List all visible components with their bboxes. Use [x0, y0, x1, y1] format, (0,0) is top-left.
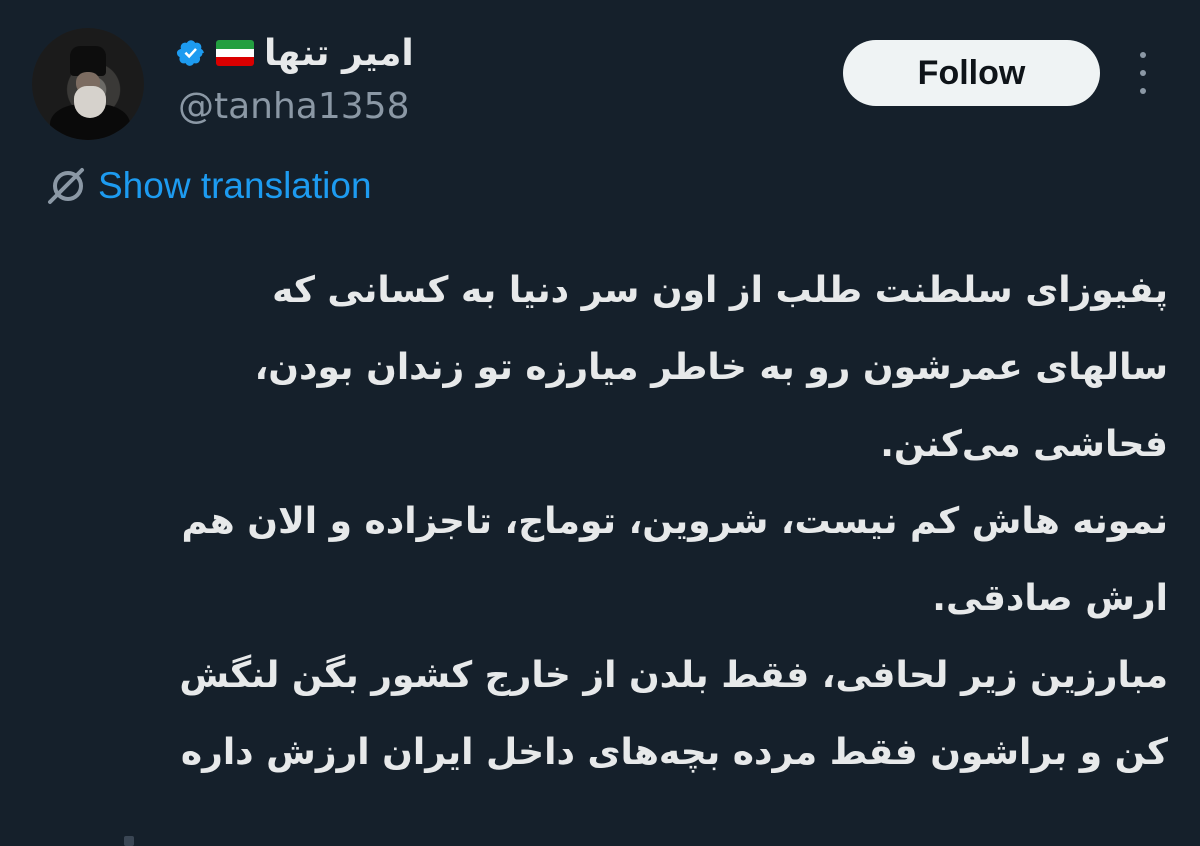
follow-button[interactable]: Follow	[843, 40, 1100, 106]
author-handle[interactable]: @tanha1358	[178, 86, 410, 127]
show-translation-label[interactable]: Show translation	[98, 165, 372, 207]
author-name-row[interactable]: امیر تنها	[176, 30, 414, 76]
tweet-text-line: نمونه هاش کم نیست، شروین، توماج، تاجزاده…	[181, 501, 1168, 542]
tweet-text-line: کن و براشون فقط مرده بچه‌های داخل ایران …	[180, 732, 1168, 773]
tweet-text: پفیوزای سلطنت طلب از اون سر دنیا به کسان…	[40, 252, 1168, 791]
verified-badge-icon	[176, 40, 204, 66]
tweet-text-line: سالهای عمرشون رو به خاطر میارزه تو زندان…	[254, 347, 1168, 388]
tweet-text-line: پفیوزای سلطنت طلب از اون سر دنیا به کسان…	[272, 270, 1168, 311]
tweet-text-line: فحاشی می‌کنن.	[880, 424, 1168, 465]
author-avatar[interactable]	[32, 28, 144, 140]
translate-globe-icon	[48, 168, 84, 204]
tweet-text-line: مبارزین زیر لحافی، فقط بلدن از خارج کشور…	[179, 655, 1168, 696]
more-options-icon[interactable]	[1128, 52, 1158, 94]
show-translation-link[interactable]: Show translation	[46, 164, 372, 208]
author-display-name[interactable]: امیر تنها	[264, 33, 414, 74]
tweet-text-line: ارش صادقی.	[932, 578, 1168, 619]
action-bar-hint	[124, 836, 134, 846]
iran-flag-icon	[216, 40, 254, 66]
